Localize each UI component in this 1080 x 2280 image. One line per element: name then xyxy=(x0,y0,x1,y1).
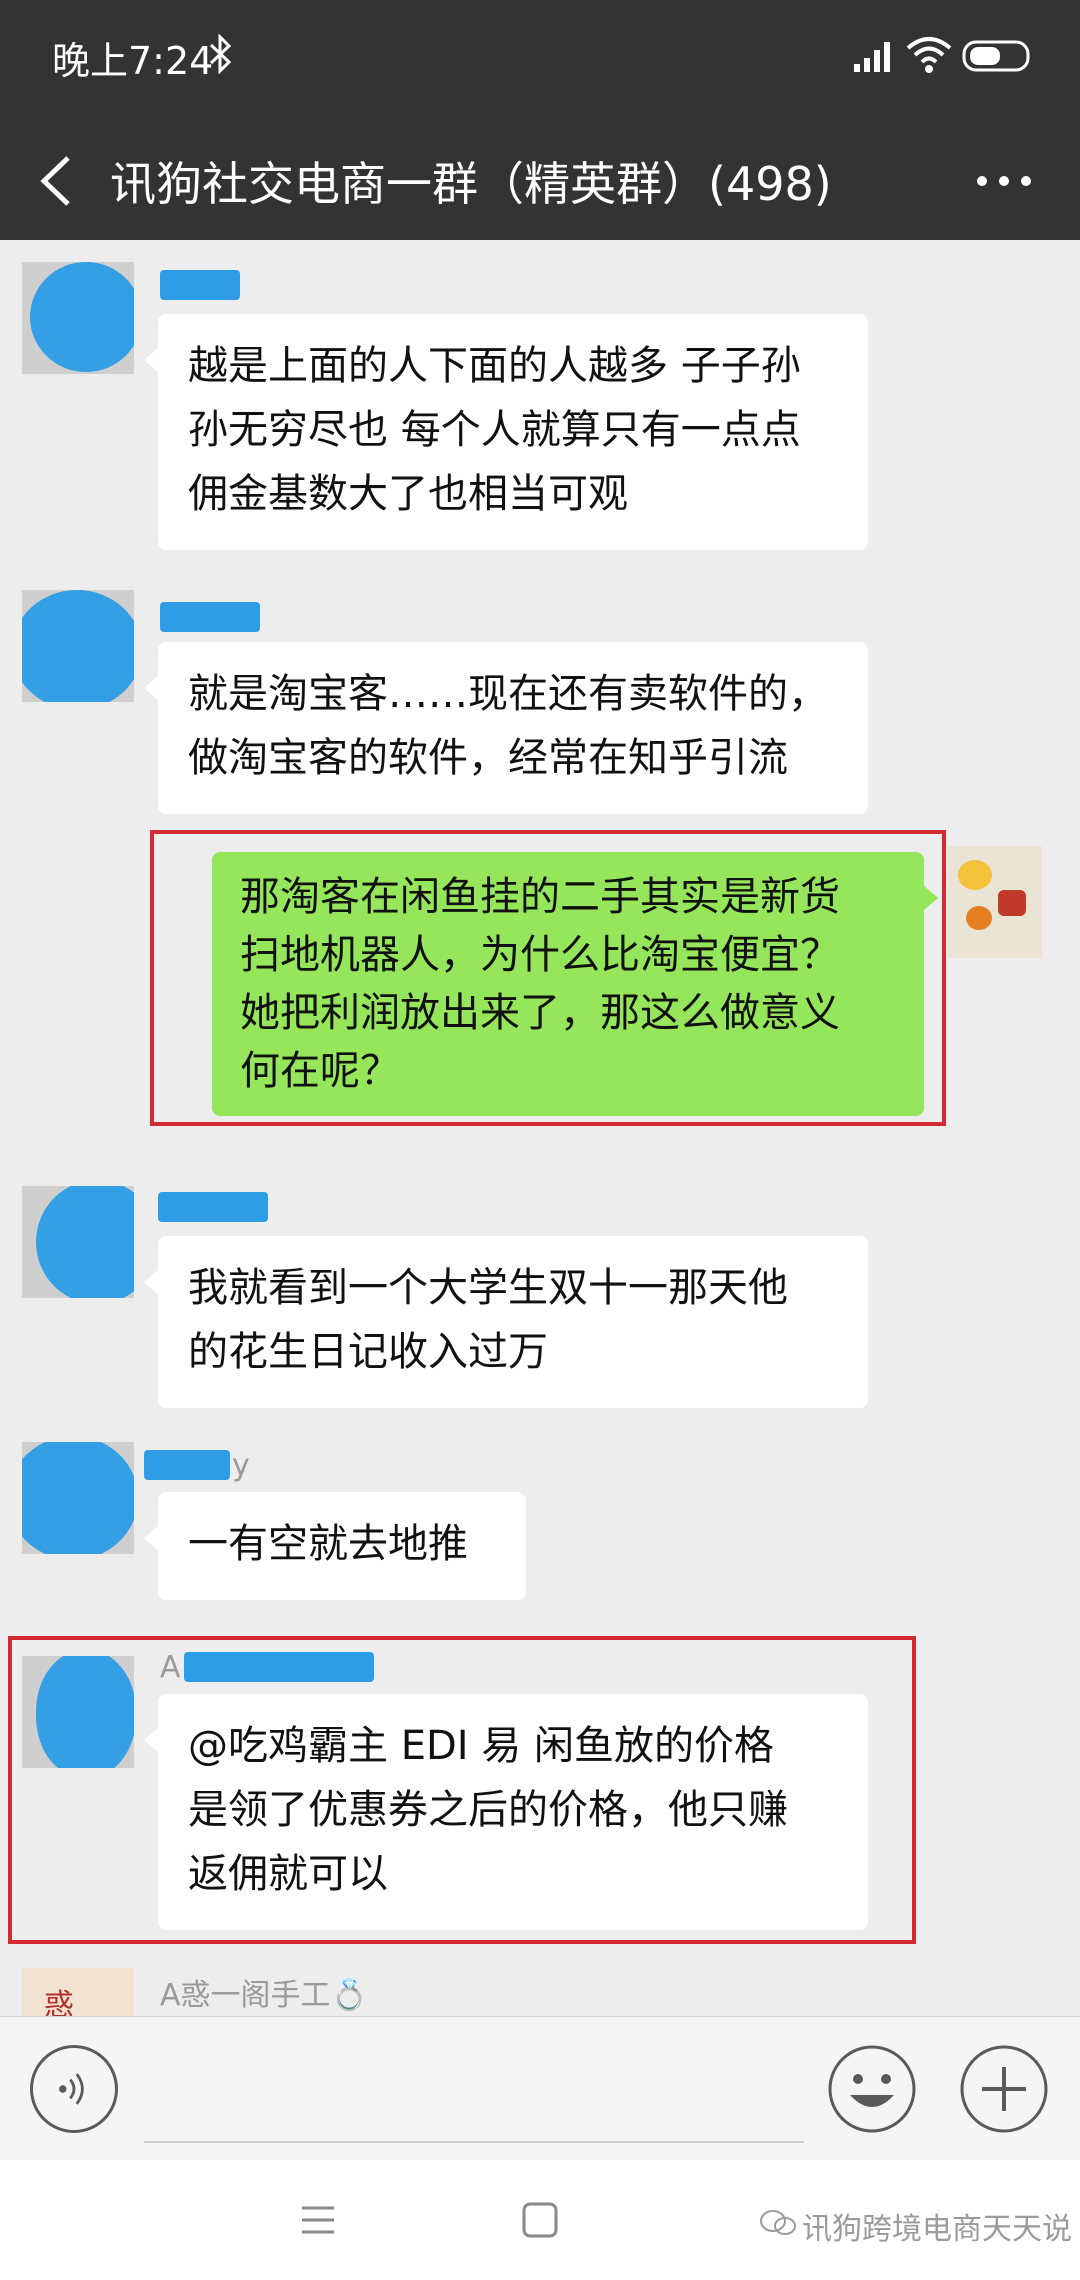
status-bar: 晚上7:24 xyxy=(0,0,1080,118)
sender-name: y xyxy=(232,1448,250,1483)
menu-icon[interactable] xyxy=(298,2202,338,2238)
back-arrow-icon[interactable] xyxy=(36,154,76,208)
own-avatar[interactable] xyxy=(948,846,1042,958)
bluetooth-icon xyxy=(209,34,232,74)
sender-name: A惑一阁手工💍 xyxy=(160,1978,368,2013)
message-bubble[interactable]: 一有空就去地推 xyxy=(144,1492,526,1600)
avatar[interactable] xyxy=(22,590,134,702)
avatar[interactable] xyxy=(22,1186,134,1298)
system-nav-bar: 讯狗跨境电商天天说 xyxy=(0,2160,1080,2280)
message-bubble[interactable]: 我就看到一个大学生双十一那天他 的花生日记收入过万 xyxy=(144,1236,868,1408)
wechat-logo-icon xyxy=(760,2210,796,2235)
message-bubble[interactable]: 越是上面的人下面的人越多 子子孙 孙无穷尽也 每个人就算只有一点点 佣金基数大了… xyxy=(144,314,868,550)
sender-name-redacted xyxy=(158,1192,268,1222)
status-time: 晚上7:24 xyxy=(52,39,214,83)
message-bubble[interactable]: 就是淘宝客……现在还有卖软件的， 做淘宝客的软件，经常在知乎引流 xyxy=(144,642,868,814)
sender-name-redacted xyxy=(160,602,260,632)
own-message-bubble[interactable]: 那淘客在闲鱼挂的二手其实是新货 扫地机器人，为什么比淘宝便宜？ 她把利润放出来了… xyxy=(212,852,938,1116)
voice-icon xyxy=(59,2073,84,2105)
avatar[interactable] xyxy=(22,1656,134,1768)
more-icon[interactable] xyxy=(974,174,1034,188)
avatar[interactable] xyxy=(22,1442,134,1554)
message-bubble[interactable]: @吃鸡霸主 EDI 易 闲鱼放的价格 是领了优惠券之后的价格，他只赚 返佣就可以 xyxy=(144,1694,868,1930)
watermark-text: 讯狗跨境电商天天说 xyxy=(802,2212,1072,2247)
sender-name: A xyxy=(160,1650,181,1685)
signal-icon xyxy=(854,42,890,72)
plus-icon[interactable] xyxy=(958,2043,1050,2135)
sender-name-redacted xyxy=(160,270,240,300)
battery-icon xyxy=(962,40,1030,72)
avatar[interactable]: 惑 xyxy=(22,1968,134,2016)
avatar[interactable] xyxy=(22,262,134,374)
home-icon[interactable] xyxy=(520,2200,560,2240)
chat-header: 讯狗社交电商一群（精英群）(498) xyxy=(0,118,1080,240)
chat-title: 讯狗社交电商一群（精英群）(498) xyxy=(110,157,832,211)
voice-button[interactable] xyxy=(30,2045,118,2133)
sender-name-redacted xyxy=(144,1450,230,1480)
sender-name-redacted xyxy=(184,1652,374,1682)
emoji-icon[interactable] xyxy=(826,2043,918,2135)
chat-area[interactable]: 越是上面的人下面的人越多 子子孙 孙无穷尽也 每个人就算只有一点点 佣金基数大了… xyxy=(0,240,1080,2016)
message-input[interactable] xyxy=(144,2045,804,2143)
input-bar xyxy=(0,2016,1080,2161)
wifi-icon xyxy=(906,37,952,73)
